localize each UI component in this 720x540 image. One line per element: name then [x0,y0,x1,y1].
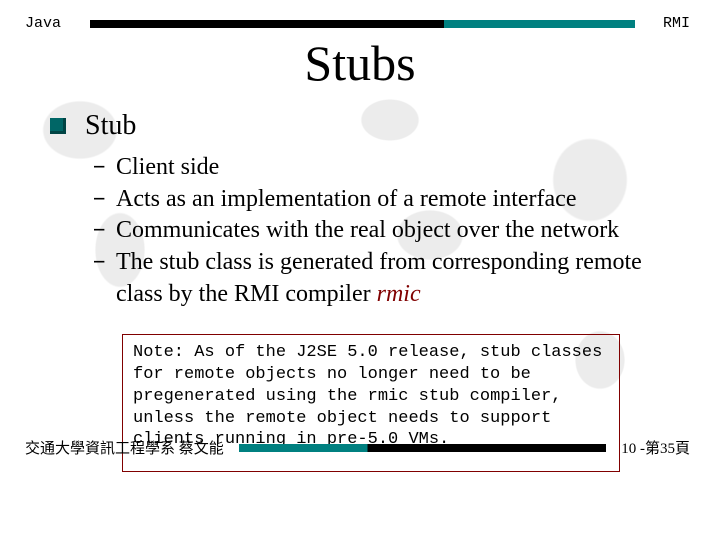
sub-bullet-list: – Client side – Acts as an implementatio… [52,152,665,310]
note-rmic-keyword: rmic [368,387,409,406]
bullet-heading: Stub [85,110,136,142]
rmic-keyword: rmic [377,281,421,307]
slide-header: Java RMI [0,0,720,32]
dash-icon: – [92,184,116,216]
bullet-heading-row: Stub [52,110,665,142]
list-item: – Client side [92,152,665,184]
slide-body: Stub – Client side – Acts as an implemen… [0,110,720,472]
list-item: – Communicates with the real object over… [92,215,665,247]
list-item-text: Communicates with the real object over t… [116,215,665,247]
header-divider-bar [90,20,635,28]
list-item: – The stub class is generated from corre… [92,247,665,310]
dash-icon: – [92,247,116,310]
footer-divider-bar [239,444,606,452]
slide-title: Stubs [0,34,720,92]
list-item-text: Acts as an implementation of a remote in… [116,184,665,216]
footer-right-label: 10 -第35頁 [621,437,690,458]
footer-left-label: 交通大學資訊工程學系 蔡文能 [25,437,224,458]
square-bullet-icon [50,118,66,134]
slide-footer: 交通大學資訊工程學系 蔡文能 10 -第35頁 [0,437,720,458]
header-right-label: RMI [650,15,690,32]
dash-icon: – [92,215,116,247]
list-item-text: The stub class is generated from corresp… [116,247,665,310]
list-item-text: Client side [116,152,665,184]
list-item: – Acts as an implementation of a remote … [92,184,665,216]
dash-icon: – [92,152,116,184]
header-left-label: Java [25,15,75,32]
